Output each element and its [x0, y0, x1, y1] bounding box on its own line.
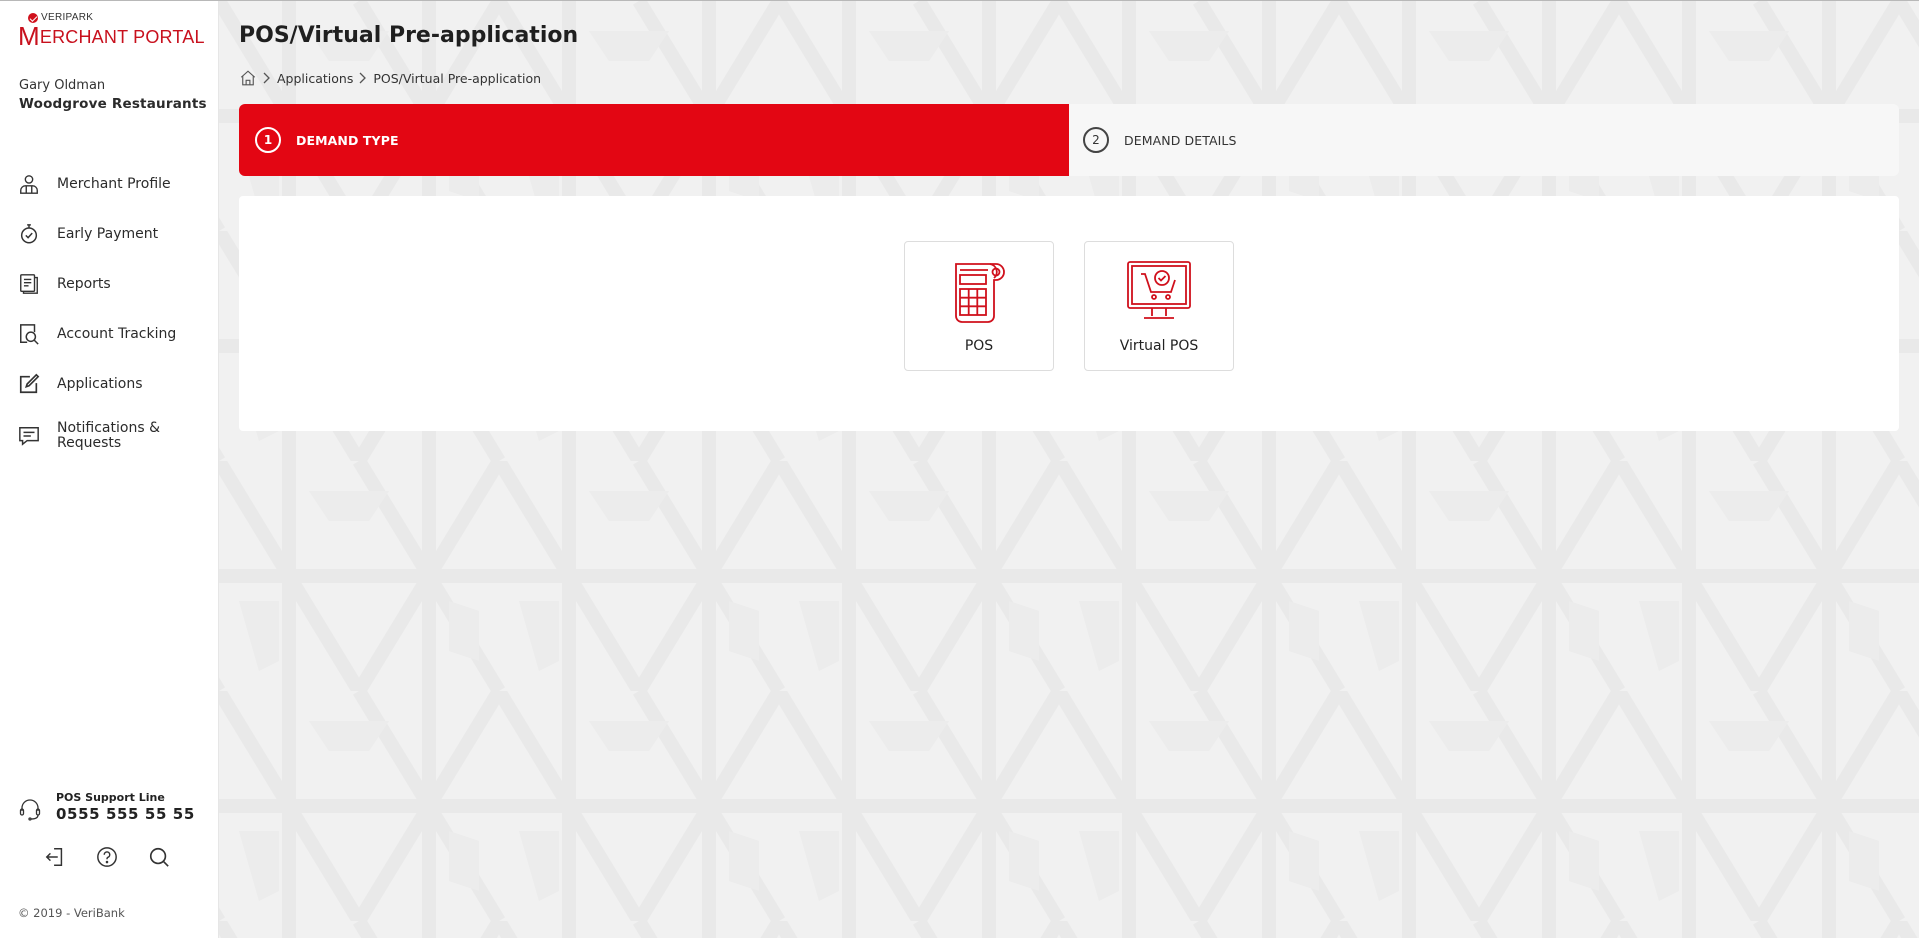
breadcrumb: Applications POS/Virtual Pre-application: [239, 69, 541, 87]
sidebar-nav: Merchant Profile Early Payment Reports A…: [0, 159, 219, 463]
step-progress: 1 DEMAND TYPE 2 DEMAND DETAILS: [239, 104, 1899, 176]
sidebar-item-label: Notifications & Requests: [57, 420, 160, 451]
edit-icon: [19, 373, 40, 394]
demand-type-options: POS Virtual POS: [904, 241, 1234, 371]
sidebar-item-early-payment[interactable]: Early Payment: [0, 209, 219, 259]
logout-icon[interactable]: [44, 846, 66, 868]
company-brand-text: VERIPARK: [41, 12, 94, 23]
demand-type-card: POS Virtual POS: [239, 196, 1899, 431]
user-name: Gary Oldman: [19, 78, 106, 93]
breadcrumb-current: POS/Virtual Pre-application: [373, 70, 542, 86]
headset-icon: [19, 799, 41, 821]
option-pos[interactable]: POS: [904, 241, 1054, 371]
sidebar-item-label: Account Tracking: [57, 326, 177, 342]
option-label: POS: [964, 338, 994, 354]
step-demand-type[interactable]: 1 DEMAND TYPE: [239, 104, 1069, 176]
sidebar-item-label: Reports: [57, 276, 111, 292]
sidebar-item-label: Applications: [57, 376, 143, 392]
copyright: © 2019 - VeriBank: [18, 906, 125, 920]
main-content: POS/Virtual Pre-application Applications…: [219, 1, 1919, 938]
step-number: 2: [1083, 127, 1109, 153]
document-icon: [20, 274, 38, 294]
sidebar-item-account-tracking[interactable]: Account Tracking: [0, 309, 219, 359]
user-profile-icon: [20, 175, 38, 194]
sidebar-item-notifications-requests[interactable]: Notifications & Requests: [0, 409, 219, 463]
stopwatch-icon: [20, 224, 38, 244]
company-name: Woodgrove Restaurants: [19, 96, 207, 112]
step-label: DEMAND DETAILS: [1124, 132, 1237, 148]
merchant-portal-logo[interactable]: VERIPARK MERCHANT PORTAL: [18, 11, 208, 55]
chat-icon: [19, 427, 39, 446]
option-label: Virtual POS: [1119, 338, 1199, 354]
sidebar-item-applications[interactable]: Applications: [0, 359, 219, 409]
sidebar-item-reports[interactable]: Reports: [0, 259, 219, 309]
support-line-number[interactable]: 0555 555 55 55: [56, 805, 195, 823]
home-icon[interactable]: [239, 69, 257, 87]
pos-support-line: POS Support Line 0555 555 55 55: [18, 791, 195, 823]
product-title: MERCHANT PORTAL: [18, 23, 205, 49]
sidebar: VERIPARK MERCHANT PORTAL Gary Oldman Woo…: [0, 1, 219, 938]
sidebar-bottom-actions: [44, 846, 170, 868]
step-demand-details[interactable]: 2 DEMAND DETAILS: [1069, 104, 1899, 176]
help-icon[interactable]: [96, 846, 118, 868]
step-label: DEMAND TYPE: [296, 132, 399, 148]
chevron-right-icon: [263, 72, 270, 84]
breadcrumb-applications[interactable]: Applications: [277, 71, 353, 86]
sidebar-item-merchant-profile[interactable]: Merchant Profile: [0, 159, 219, 209]
product-title-rest: ERCHANT PORTAL: [39, 27, 205, 47]
sidebar-item-label: Merchant Profile: [57, 176, 171, 192]
product-title-initial: M: [18, 21, 40, 51]
chevron-right-icon: [359, 72, 367, 84]
option-virtual-pos[interactable]: Virtual POS: [1084, 241, 1234, 371]
page-title: POS/Virtual Pre-application: [239, 23, 579, 48]
pos-terminal-icon: [955, 263, 1005, 323]
step-number: 1: [255, 127, 281, 153]
search-icon[interactable]: [148, 846, 170, 868]
sidebar-item-label: Early Payment: [57, 226, 159, 242]
document-search-icon: [20, 324, 39, 345]
virtual-pos-icon: [1127, 261, 1191, 319]
support-line-label: POS Support Line: [56, 791, 165, 804]
